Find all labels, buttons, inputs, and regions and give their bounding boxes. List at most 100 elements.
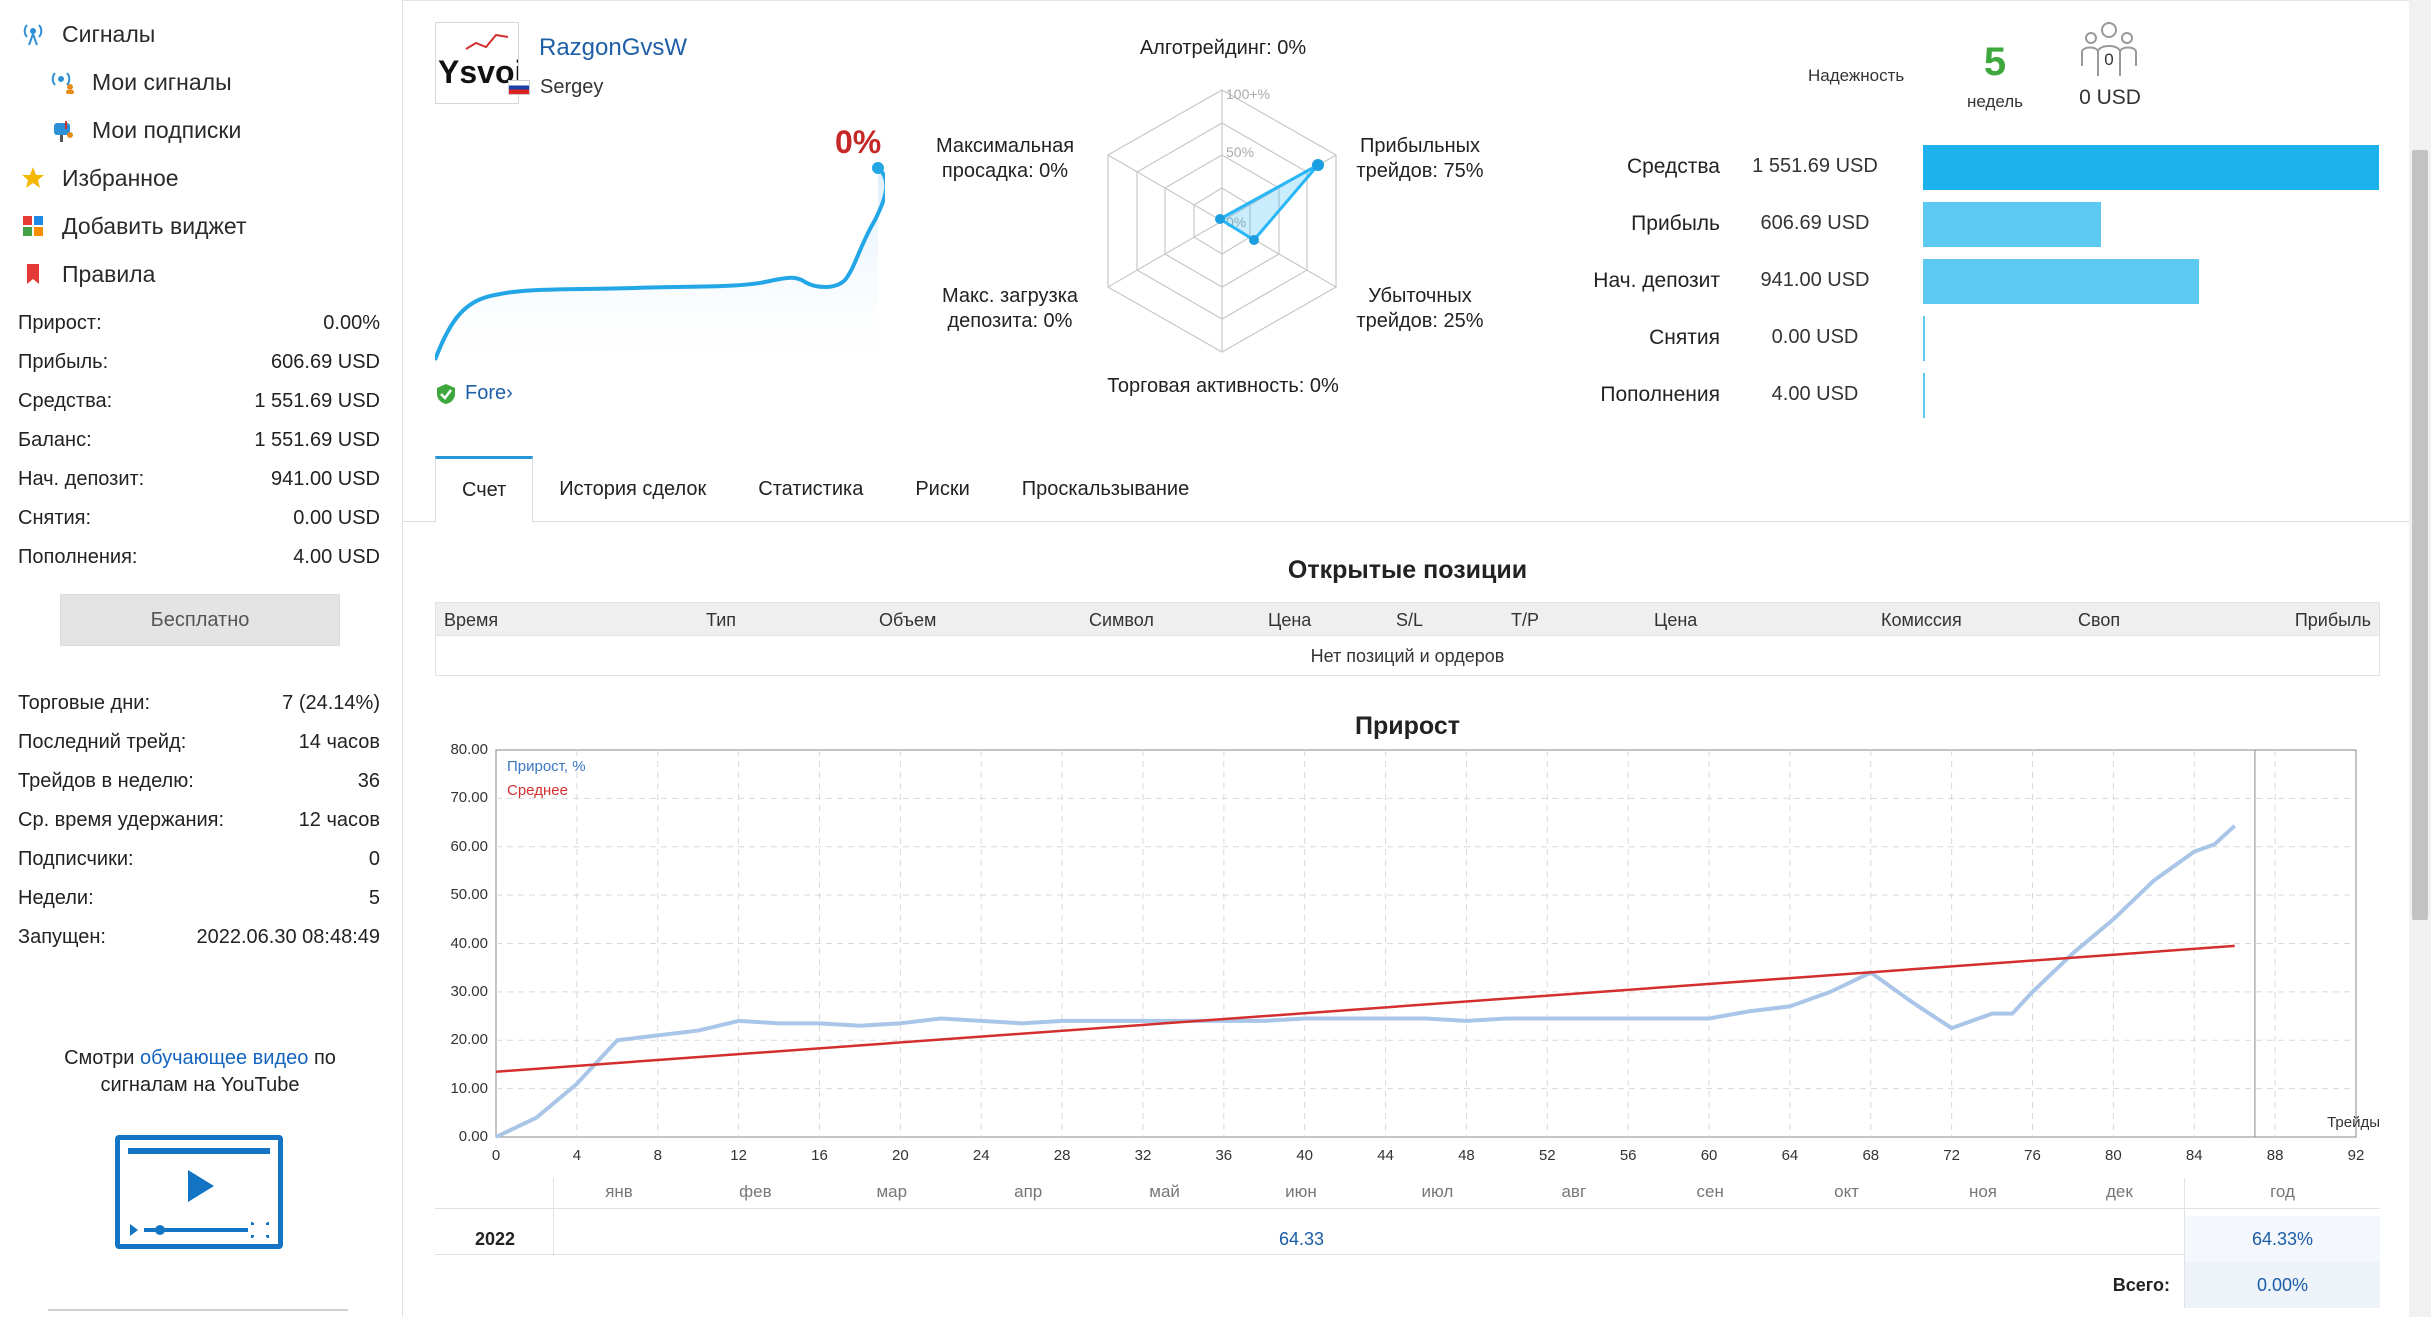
x-tick-label: 52: [1538, 1147, 1556, 1164]
reliability-weeks: 5: [1983, 40, 2007, 84]
x-tick-label: 44: [1377, 1147, 1394, 1164]
scrollbar-thumb[interactable]: [2412, 150, 2428, 920]
video-player-icon[interactable]: [115, 1135, 283, 1249]
tutorial-text: Смотри обучающее видео по сигналам на Yo…: [64, 1047, 336, 1096]
sidebar-item-add-widget[interactable]: Добавить виджет: [18, 206, 246, 246]
mailbox-icon: [48, 115, 78, 145]
tab-account[interactable]: Счет: [435, 456, 534, 522]
column-header: Цена: [1268, 610, 1312, 630]
svg-text:0: 0: [2104, 50, 2113, 69]
tab-statistics[interactable]: Статистика: [732, 456, 889, 522]
radar-label-max-load: Макс. загрузка депозита: 0%: [941, 285, 1079, 332]
column-header: S/L: [1396, 610, 1424, 630]
svg-text:50%: 50%: [1226, 144, 1254, 160]
x-tick-label: 32: [1134, 1147, 1152, 1164]
stat-row-balance: Баланс: 1 551.69 USD: [18, 428, 380, 451]
x-tick-label: 92: [2347, 1147, 2365, 1164]
month-header: авг: [1561, 1182, 1587, 1201]
y-tick-label: 70.00: [450, 789, 488, 807]
positions-table-header: Время Тип Объем Символ Цена S/L T/P Цена…: [435, 602, 2380, 636]
column-header: Символ: [1089, 610, 1154, 630]
signal-user-icon: [48, 67, 78, 97]
tab-trade-history[interactable]: История сделок: [533, 456, 732, 522]
sidebar-item-label: Мои подписки: [92, 116, 242, 143]
positions-empty-message: Нет позиций и ордеров: [435, 636, 2380, 676]
row-divider: [435, 1254, 2380, 1255]
tab-risks[interactable]: Риски: [889, 456, 995, 522]
month-header: янв: [605, 1182, 633, 1201]
radar-label-max-drawdown: Максимальная просадка: 0%: [935, 135, 1075, 182]
radar-label-profit-trades: Прибыльных трейдов: 75%: [1356, 135, 1484, 182]
sidebar-item-label: Мои сигналы: [92, 68, 232, 95]
month-header: окт: [1834, 1182, 1860, 1201]
open-positions-title: Открытые позиции: [1287, 556, 1528, 584]
month-header: ноя: [1968, 1182, 1998, 1201]
column-header: Цена: [1654, 610, 1698, 630]
finance-bar-initial-deposit: [1923, 259, 2199, 304]
x-tick-label: 84: [2185, 1147, 2203, 1164]
sidebar-item-my-subscriptions[interactable]: Мои подписки: [48, 110, 241, 150]
year-label: 2022: [474, 1229, 516, 1249]
year-total-value: 64.33%: [2251, 1229, 2314, 1249]
sidebar-item-label: Правила: [62, 260, 156, 287]
x-tick-label: 72: [1943, 1147, 1960, 1164]
stat-row-trades-per-week: Трейдов в неделю: 36: [18, 769, 380, 792]
sidebar-item-label: Добавить виджет: [62, 212, 247, 239]
widget-grid-icon: [18, 211, 48, 241]
stat-row-growth: Прирост: 0.00%: [18, 311, 380, 334]
x-tick-label: 76: [2024, 1147, 2041, 1164]
russia-flag-icon: [508, 80, 530, 95]
finance-value-initial-deposit: 941.00 USD: [1760, 269, 1870, 291]
top-border: [403, 0, 2431, 1]
x-tick-label: 88: [2266, 1147, 2284, 1164]
month-value-jun: 64.33: [1279, 1229, 1325, 1249]
subscribers-usd: 0 USD: [2079, 86, 2141, 109]
stat-row-started: Запущен: 2022.06.30 08:48:49: [18, 925, 380, 948]
sidebar-item-favorites[interactable]: Избранное: [18, 158, 179, 198]
stat-row-withdrawals: Снятия: 0.00 USD: [18, 506, 380, 529]
column-header: Тип: [706, 610, 737, 630]
column-header: T/P: [1511, 610, 1540, 630]
sidebar-item-my-signals[interactable]: Мои сигналы: [48, 62, 232, 102]
sidebar-item-signals[interactable]: Сигналы: [18, 14, 155, 54]
legend-average: Среднее: [507, 782, 568, 799]
average-series-line: [495, 944, 2235, 1073]
x-tick-label: 56: [1619, 1147, 1637, 1164]
finance-bar-profit: [1923, 202, 2101, 247]
legend-growth: Прирост, %: [507, 758, 586, 775]
x-tick-label: 24: [972, 1147, 990, 1164]
stat-row-initial-deposit: Нач. депозит: 941.00 USD: [18, 467, 380, 490]
radar-label-activity: Торговая активность: 0%: [1107, 375, 1339, 397]
provider-name-link[interactable]: RazgonGvsW: [539, 34, 687, 62]
radar-label-loss-trades: Убыточных трейдов: 25%: [1356, 285, 1484, 332]
y-tick-label: 10.00: [450, 1079, 488, 1097]
sidebar-item-rules[interactable]: Правила: [18, 254, 155, 294]
x-tick-label: 68: [1862, 1147, 1880, 1164]
subscribe-free-button[interactable]: Бесплатно: [60, 594, 340, 646]
y-tick-label: 80.00: [450, 741, 488, 758]
forex-badge[interactable]: Fore›: [435, 382, 513, 405]
stat-row-subscribers: Подписчики: 0: [18, 847, 380, 870]
x-tick-label: 12: [730, 1147, 747, 1164]
stat-row-profit: Прибыль: 606.69 USD: [18, 350, 380, 373]
sidebar-item-label: Сигналы: [62, 20, 156, 47]
x-tick-label: 80: [2105, 1147, 2122, 1164]
y-tick-label: 60.00: [450, 837, 488, 855]
stat-row-equity: Средства: 1 551.69 USD: [18, 389, 380, 412]
radar-chart: 100+% 50% 0%: [1107, 86, 1337, 353]
stat-row-weeks: Недели: 5: [18, 886, 380, 909]
x-tick-label: 60: [1700, 1147, 1718, 1164]
x-tick-label: 4: [572, 1147, 582, 1164]
tutorial-video-link[interactable]: обучающее видео: [140, 1047, 308, 1069]
growth-chart-title: Прирост: [1355, 712, 1460, 740]
finance-value-equity: 1 551.69 USD: [1752, 155, 1878, 177]
column-header: Время: [444, 610, 499, 630]
month-header: сен: [1696, 1182, 1724, 1201]
tab-slippage[interactable]: Проскальзывание: [996, 456, 1215, 522]
finance-label-deposits: Пополнения: [1600, 383, 1720, 406]
tab-bar: Счет История сделок Статистика Риски Про…: [435, 456, 1215, 522]
signal-antenna-icon: [18, 19, 48, 49]
x-tick-label: 64: [1781, 1147, 1799, 1164]
x-tick-label: 40: [1296, 1147, 1314, 1164]
y-tick-label: 20.00: [450, 1031, 488, 1049]
